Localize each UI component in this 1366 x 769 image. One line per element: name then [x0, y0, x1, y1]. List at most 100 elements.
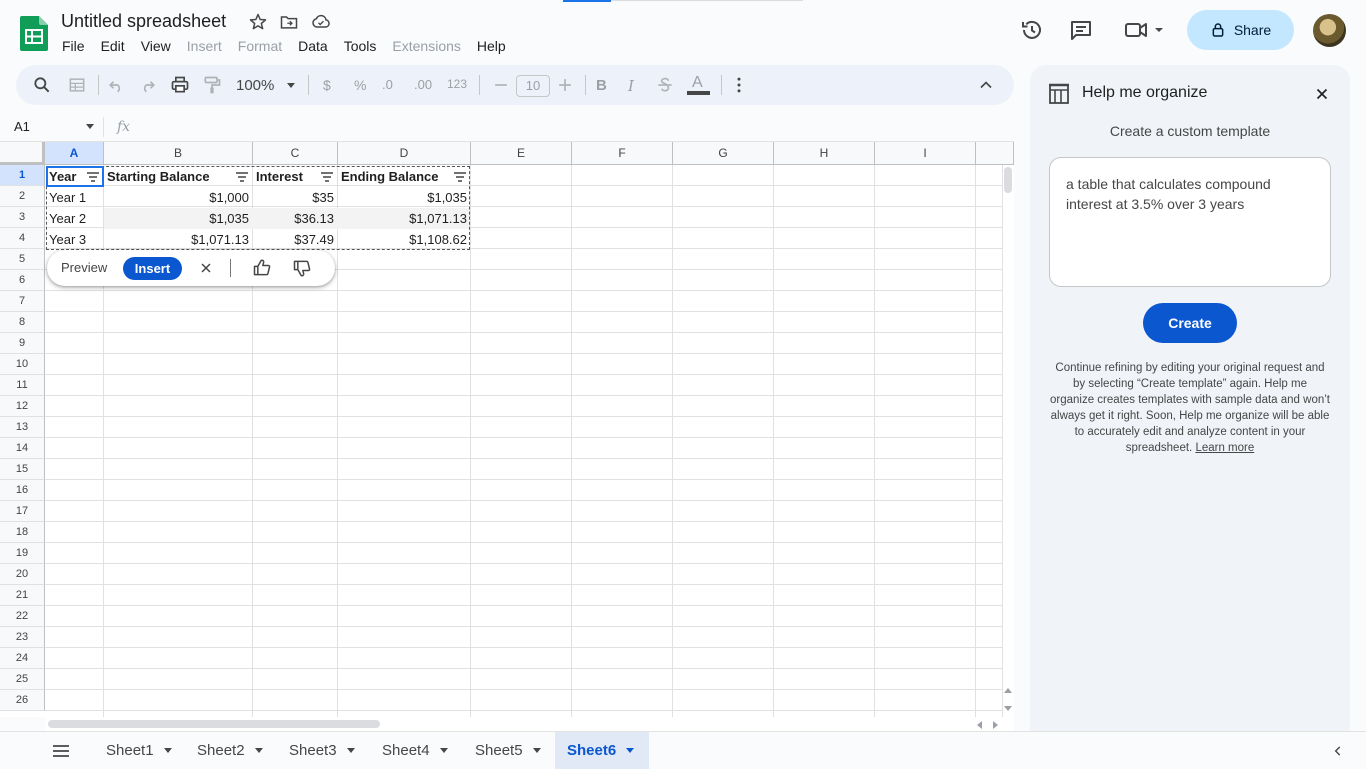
row-header-15[interactable]: 15 — [0, 459, 45, 480]
scroll-right-icon[interactable] — [993, 721, 998, 729]
scroll-down-icon[interactable] — [1004, 706, 1012, 711]
increase-decimal-button[interactable]: .00 — [414, 77, 432, 92]
menu-format[interactable]: Format — [238, 38, 282, 54]
all-sheets-menu-icon[interactable] — [52, 744, 70, 758]
row-header-13[interactable]: 13 — [0, 417, 45, 438]
create-button[interactable]: Create — [1143, 303, 1237, 343]
collapse-menus-icon[interactable] — [976, 75, 996, 95]
chevron-left-icon[interactable] — [1331, 744, 1345, 758]
menu-edit[interactable]: Edit — [101, 38, 125, 54]
chevron-down-icon[interactable] — [254, 748, 263, 753]
move-folder-icon[interactable] — [279, 12, 299, 32]
row-header-22[interactable]: 22 — [0, 606, 45, 627]
menu-tools[interactable]: Tools — [344, 38, 377, 54]
row-header-17[interactable]: 17 — [0, 501, 45, 522]
learn-more-link[interactable]: Learn more — [1195, 442, 1254, 454]
name-box-chevron-down-icon[interactable] — [86, 124, 94, 129]
sheet-tab-5[interactable]: Sheet5 — [463, 732, 553, 769]
row-header-7[interactable]: 7 — [0, 291, 45, 312]
row-header-21[interactable]: 21 — [0, 585, 45, 606]
sheet-tab-2[interactable]: Sheet2 — [185, 732, 275, 769]
share-button[interactable]: Share — [1187, 10, 1294, 50]
font-size-input[interactable]: 10 — [516, 75, 550, 97]
column-header-f[interactable]: F — [572, 142, 673, 165]
chevron-down-icon[interactable] — [439, 748, 448, 753]
print-icon[interactable] — [170, 75, 190, 95]
column-header-i[interactable]: I — [875, 142, 976, 165]
redo-icon[interactable] — [138, 75, 158, 95]
row-header-23[interactable]: 23 — [0, 627, 45, 648]
preview-button[interactable]: Preview — [61, 260, 107, 275]
close-icon[interactable] — [198, 260, 214, 276]
column-header-c[interactable]: C — [253, 142, 338, 165]
row-header-3[interactable]: 3 — [0, 207, 45, 228]
format-percent-button[interactable]: % — [354, 77, 366, 93]
chevron-down-icon[interactable] — [163, 748, 172, 753]
column-header-b[interactable]: B — [104, 142, 253, 165]
column-header-e[interactable]: E — [471, 142, 572, 165]
column-header-h[interactable]: H — [774, 142, 875, 165]
chevron-down-icon[interactable] — [532, 748, 541, 753]
row-header-6[interactable]: 6 — [0, 270, 45, 291]
chevron-down-icon[interactable] — [346, 748, 355, 753]
row-header-18[interactable]: 18 — [0, 522, 45, 543]
search-menus-icon[interactable] — [32, 75, 52, 95]
star-icon[interactable] — [248, 12, 268, 32]
vertical-scroll-thumb[interactable] — [1004, 167, 1012, 193]
row-header-11[interactable]: 11 — [0, 375, 45, 396]
horizontal-scroll-thumb[interactable] — [48, 720, 380, 728]
menu-help[interactable]: Help — [477, 38, 506, 54]
row-header-19[interactable]: 19 — [0, 543, 45, 564]
document-title[interactable]: Untitled spreadsheet — [61, 11, 226, 32]
select-all-corner[interactable] — [0, 142, 45, 165]
row-header-1[interactable]: 1 — [0, 165, 45, 186]
sheet-tab-3[interactable]: Sheet3 — [277, 732, 367, 769]
zoom-select[interactable]: 100% — [236, 77, 274, 94]
table-icon[interactable] — [67, 75, 87, 95]
column-header-a[interactable]: A — [45, 142, 104, 165]
row-header-5[interactable]: 5 — [0, 249, 45, 270]
row-header-2[interactable]: 2 — [0, 186, 45, 207]
italic-button[interactable]: I — [628, 77, 634, 95]
thumbs-down-icon[interactable] — [292, 258, 312, 278]
name-box[interactable]: A1 — [14, 119, 30, 134]
zoom-chevron-down-icon[interactable] — [287, 83, 295, 88]
undo-icon[interactable] — [106, 75, 126, 95]
increase-font-size-icon[interactable] — [555, 75, 575, 95]
more-formats-button[interactable]: 123 — [447, 77, 467, 91]
comments-icon[interactable] — [1069, 18, 1093, 42]
prompt-textarea[interactable]: a table that calculates compound interes… — [1049, 157, 1331, 287]
close-panel-icon[interactable] — [1313, 85, 1331, 103]
cloud-saved-icon[interactable] — [311, 12, 331, 32]
format-currency-button[interactable]: $ — [323, 77, 331, 93]
menu-insert[interactable]: Insert — [187, 38, 222, 54]
scroll-left-icon[interactable] — [977, 721, 982, 729]
bold-button[interactable]: B — [596, 77, 607, 94]
menu-file[interactable]: File — [62, 38, 85, 54]
row-header-24[interactable]: 24 — [0, 648, 45, 669]
menu-view[interactable]: View — [141, 38, 171, 54]
row-header-8[interactable]: 8 — [0, 312, 45, 333]
vertical-scrollbar[interactable] — [1002, 165, 1014, 717]
decrease-font-size-icon[interactable] — [491, 75, 511, 95]
spreadsheet-grid[interactable]: A B C D E F G H I 1 2 3 4 5 6 7 8 9 10 11 12 13 14 15 1… — [0, 142, 1014, 717]
row-header-26[interactable]: 26 — [0, 690, 45, 711]
row-header-20[interactable]: 20 — [0, 564, 45, 585]
meet-icon[interactable] — [1124, 18, 1168, 42]
strikethrough-icon[interactable] — [655, 75, 675, 95]
row-header-25[interactable]: 25 — [0, 669, 45, 690]
column-header-g[interactable]: G — [673, 142, 774, 165]
menu-data[interactable]: Data — [298, 38, 328, 54]
more-vert-icon[interactable] — [729, 75, 749, 95]
sheet-tab-6[interactable]: Sheet6 — [555, 732, 649, 769]
row-header-12[interactable]: 12 — [0, 396, 45, 417]
sheets-logo-icon[interactable] — [20, 16, 48, 51]
row-header-4[interactable]: 4 — [0, 228, 45, 249]
column-header-d[interactable]: D — [338, 142, 471, 165]
decrease-decimal-button[interactable]: .0 — [382, 77, 393, 92]
version-history-icon[interactable] — [1020, 18, 1044, 42]
paint-format-icon[interactable] — [202, 75, 222, 95]
avatar[interactable] — [1313, 14, 1346, 47]
text-color-button[interactable]: A — [692, 74, 703, 92]
row-header-10[interactable]: 10 — [0, 354, 45, 375]
